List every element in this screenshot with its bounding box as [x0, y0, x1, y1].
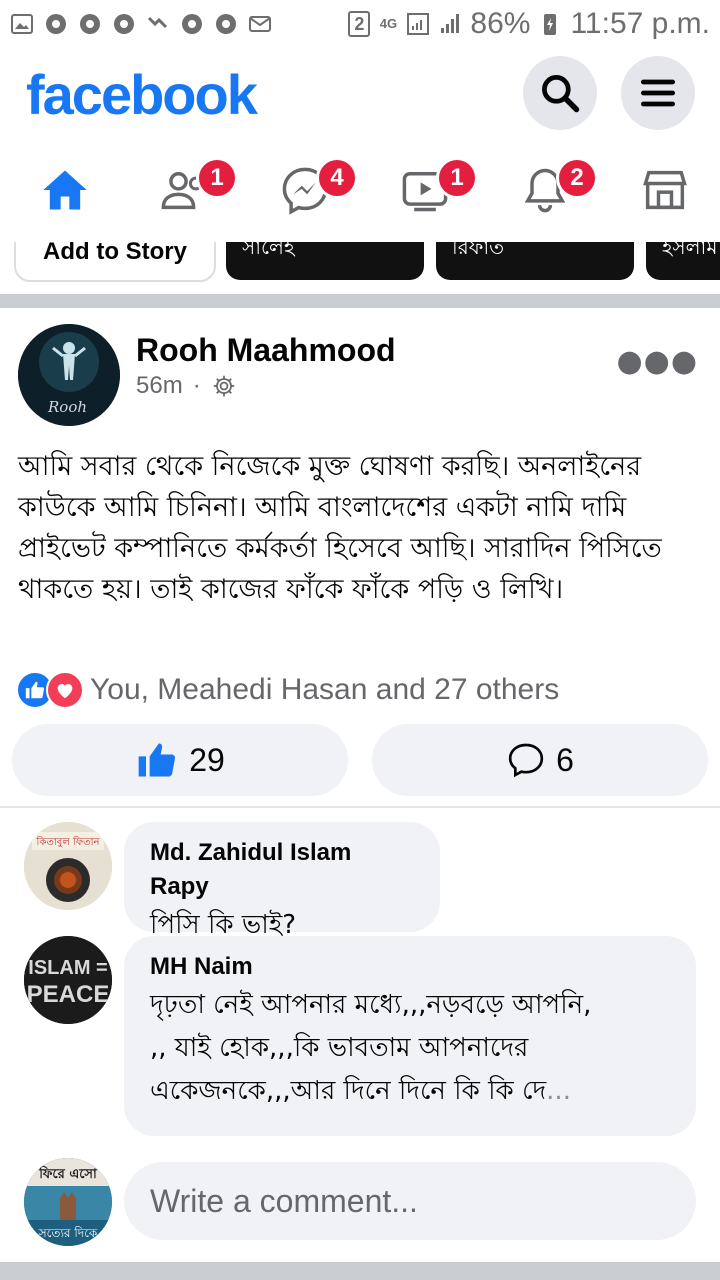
- write-comment-input[interactable]: Write a comment...: [124, 1162, 696, 1240]
- network-type: 4G: [379, 16, 398, 31]
- svg-text:কিতাবুল ফিতান: কিতাবুল ফিতান: [36, 836, 101, 848]
- svg-text:ISLAM =: ISLAM =: [28, 957, 107, 979]
- section-separator: [0, 1262, 720, 1280]
- chrome-icon: [180, 12, 204, 36]
- battery-percent: 86%: [470, 7, 531, 40]
- commenter-avatar[interactable]: কিতাবুল ফিতান: [24, 822, 112, 910]
- tab-marketplace[interactable]: [630, 155, 700, 225]
- search-icon: [542, 75, 580, 113]
- messenger-badge: 4: [316, 157, 358, 199]
- love-reaction-icon: [46, 671, 84, 709]
- my-avatar-image: ফিরে এসো সত্যের দিকে: [24, 1158, 112, 1246]
- thumbs-up-icon: [138, 743, 176, 777]
- comment-line-text: একেজনকে,,,আর দিনে দিনে কি কি দে: [150, 1076, 547, 1106]
- chrome-icon: [214, 12, 238, 36]
- reactions-summary[interactable]: You, Meahedi Hasan and 27 others: [16, 668, 559, 712]
- missed-call-icon: [146, 12, 170, 36]
- see-more-link[interactable]: ...: [546, 1076, 571, 1106]
- author-name[interactable]: Rooh Maahmood: [136, 332, 396, 369]
- like-count: 29: [189, 741, 225, 778]
- comment-line: ,, যাই হোক,,,কি ভাবতাম আপনাদের: [150, 1033, 529, 1063]
- my-avatar: ফিরে এসো সত্যের দিকে: [24, 1158, 112, 1246]
- clock: 11:57 p.m.: [570, 7, 710, 40]
- author-avatar-image: Rooh: [18, 324, 120, 426]
- commenter-avatar[interactable]: ISLAM = PEACE: [24, 936, 112, 1024]
- chrome-icon: [44, 12, 68, 36]
- tab-bar: 1 4 1 2: [0, 140, 720, 240]
- gallery-icon: [10, 12, 34, 36]
- facebook-logo[interactable]: facebook: [26, 62, 258, 127]
- store-icon: [643, 170, 687, 210]
- like-button[interactable]: 29: [12, 724, 348, 796]
- commenter-name[interactable]: Md. Zahidul Islam Rapy: [150, 836, 414, 904]
- comment-line: দৃঢ়তা নেই আপনার মধ্যে,,,নড়বড়ে আপনি,: [150, 990, 592, 1020]
- comment-bubble[interactable]: MH Naim দৃঢ়তা নেই আপনার মধ্যে,,,নড়বড়ে…: [124, 936, 696, 1136]
- add-to-story-button[interactable]: Add to Story: [14, 242, 216, 282]
- sim-indicator: 2: [348, 11, 371, 37]
- signal-bars-icon: [438, 12, 462, 36]
- reactions-text: You, Meahedi Hasan and 27 others: [90, 673, 560, 706]
- menu-button[interactable]: [621, 56, 695, 130]
- svg-text:Rooh: Rooh: [47, 398, 87, 416]
- divider: [0, 806, 720, 808]
- post-meta: 56m ·: [136, 372, 237, 400]
- meta-dot: ·: [192, 372, 201, 399]
- comment-line: একেজনকে,,,আর দিনে দিনে কি কি দে...: [150, 1070, 670, 1113]
- status-bar: 2 4G 86% 11:57 p.m.: [0, 0, 720, 48]
- tab-watch[interactable]: 1: [390, 155, 478, 225]
- more-options-icon[interactable]: ●●●: [616, 344, 698, 379]
- app-header: facebook: [0, 48, 720, 140]
- signal-icon: [406, 12, 430, 36]
- search-button[interactable]: [523, 56, 597, 130]
- tab-notifications[interactable]: 2: [510, 155, 598, 225]
- section-separator: [0, 294, 720, 308]
- home-icon: [43, 170, 87, 210]
- commenter-avatar-image: ISLAM = PEACE: [24, 936, 112, 1024]
- comment-bubble[interactable]: Md. Zahidul Islam Rapy পিসি কি ভাই?: [124, 822, 440, 940]
- commenter-name[interactable]: MH Naim: [150, 950, 670, 984]
- post-text: আমি সবার থেকে নিজেকে মুক্ত ঘোষণা করছি। অ…: [18, 451, 662, 605]
- story-card[interactable]: রিফাত: [436, 242, 634, 280]
- story-card[interactable]: সালেহ: [226, 242, 424, 280]
- story-card[interactable]: ইসলাম: [646, 242, 720, 280]
- watch-badge: 1: [436, 157, 478, 199]
- stories-strip: Add to Story সালেহ রিফাত ইসলাম: [0, 242, 720, 292]
- menu-icon: [640, 79, 676, 107]
- comment-text: দৃঢ়তা নেই আপনার মধ্যে,,,নড়বড়ে আপনি, ,…: [150, 984, 670, 1113]
- post-time[interactable]: 56m: [136, 372, 183, 400]
- notification-icons: [10, 12, 272, 36]
- tab-messenger[interactable]: 4: [270, 155, 358, 225]
- comment-icon: [508, 743, 544, 778]
- svg-text:ফিরে এসো: ফিরে এসো: [38, 1165, 98, 1182]
- tab-home[interactable]: [30, 155, 100, 225]
- author-avatar[interactable]: Rooh: [18, 324, 120, 426]
- tab-friends[interactable]: 1: [150, 155, 238, 225]
- mail-icon: [248, 12, 272, 36]
- comment-count: 6: [556, 741, 574, 778]
- friends-badge: 1: [196, 157, 238, 199]
- notifications-badge: 2: [556, 157, 598, 199]
- comment-button[interactable]: 6: [372, 724, 708, 796]
- post-header: Rooh Rooh Maahmood 56m · ●●●: [0, 320, 720, 430]
- chrome-icon: [78, 12, 102, 36]
- commenter-avatar-image: কিতাবুল ফিতান: [24, 822, 112, 910]
- svg-text:PEACE: PEACE: [27, 981, 110, 1008]
- chrome-icon: [112, 12, 136, 36]
- svg-text:সত্যের দিকে: সত্যের দিকে: [38, 1226, 98, 1240]
- battery-charging-icon: [538, 12, 562, 36]
- gear-icon: [213, 375, 234, 397]
